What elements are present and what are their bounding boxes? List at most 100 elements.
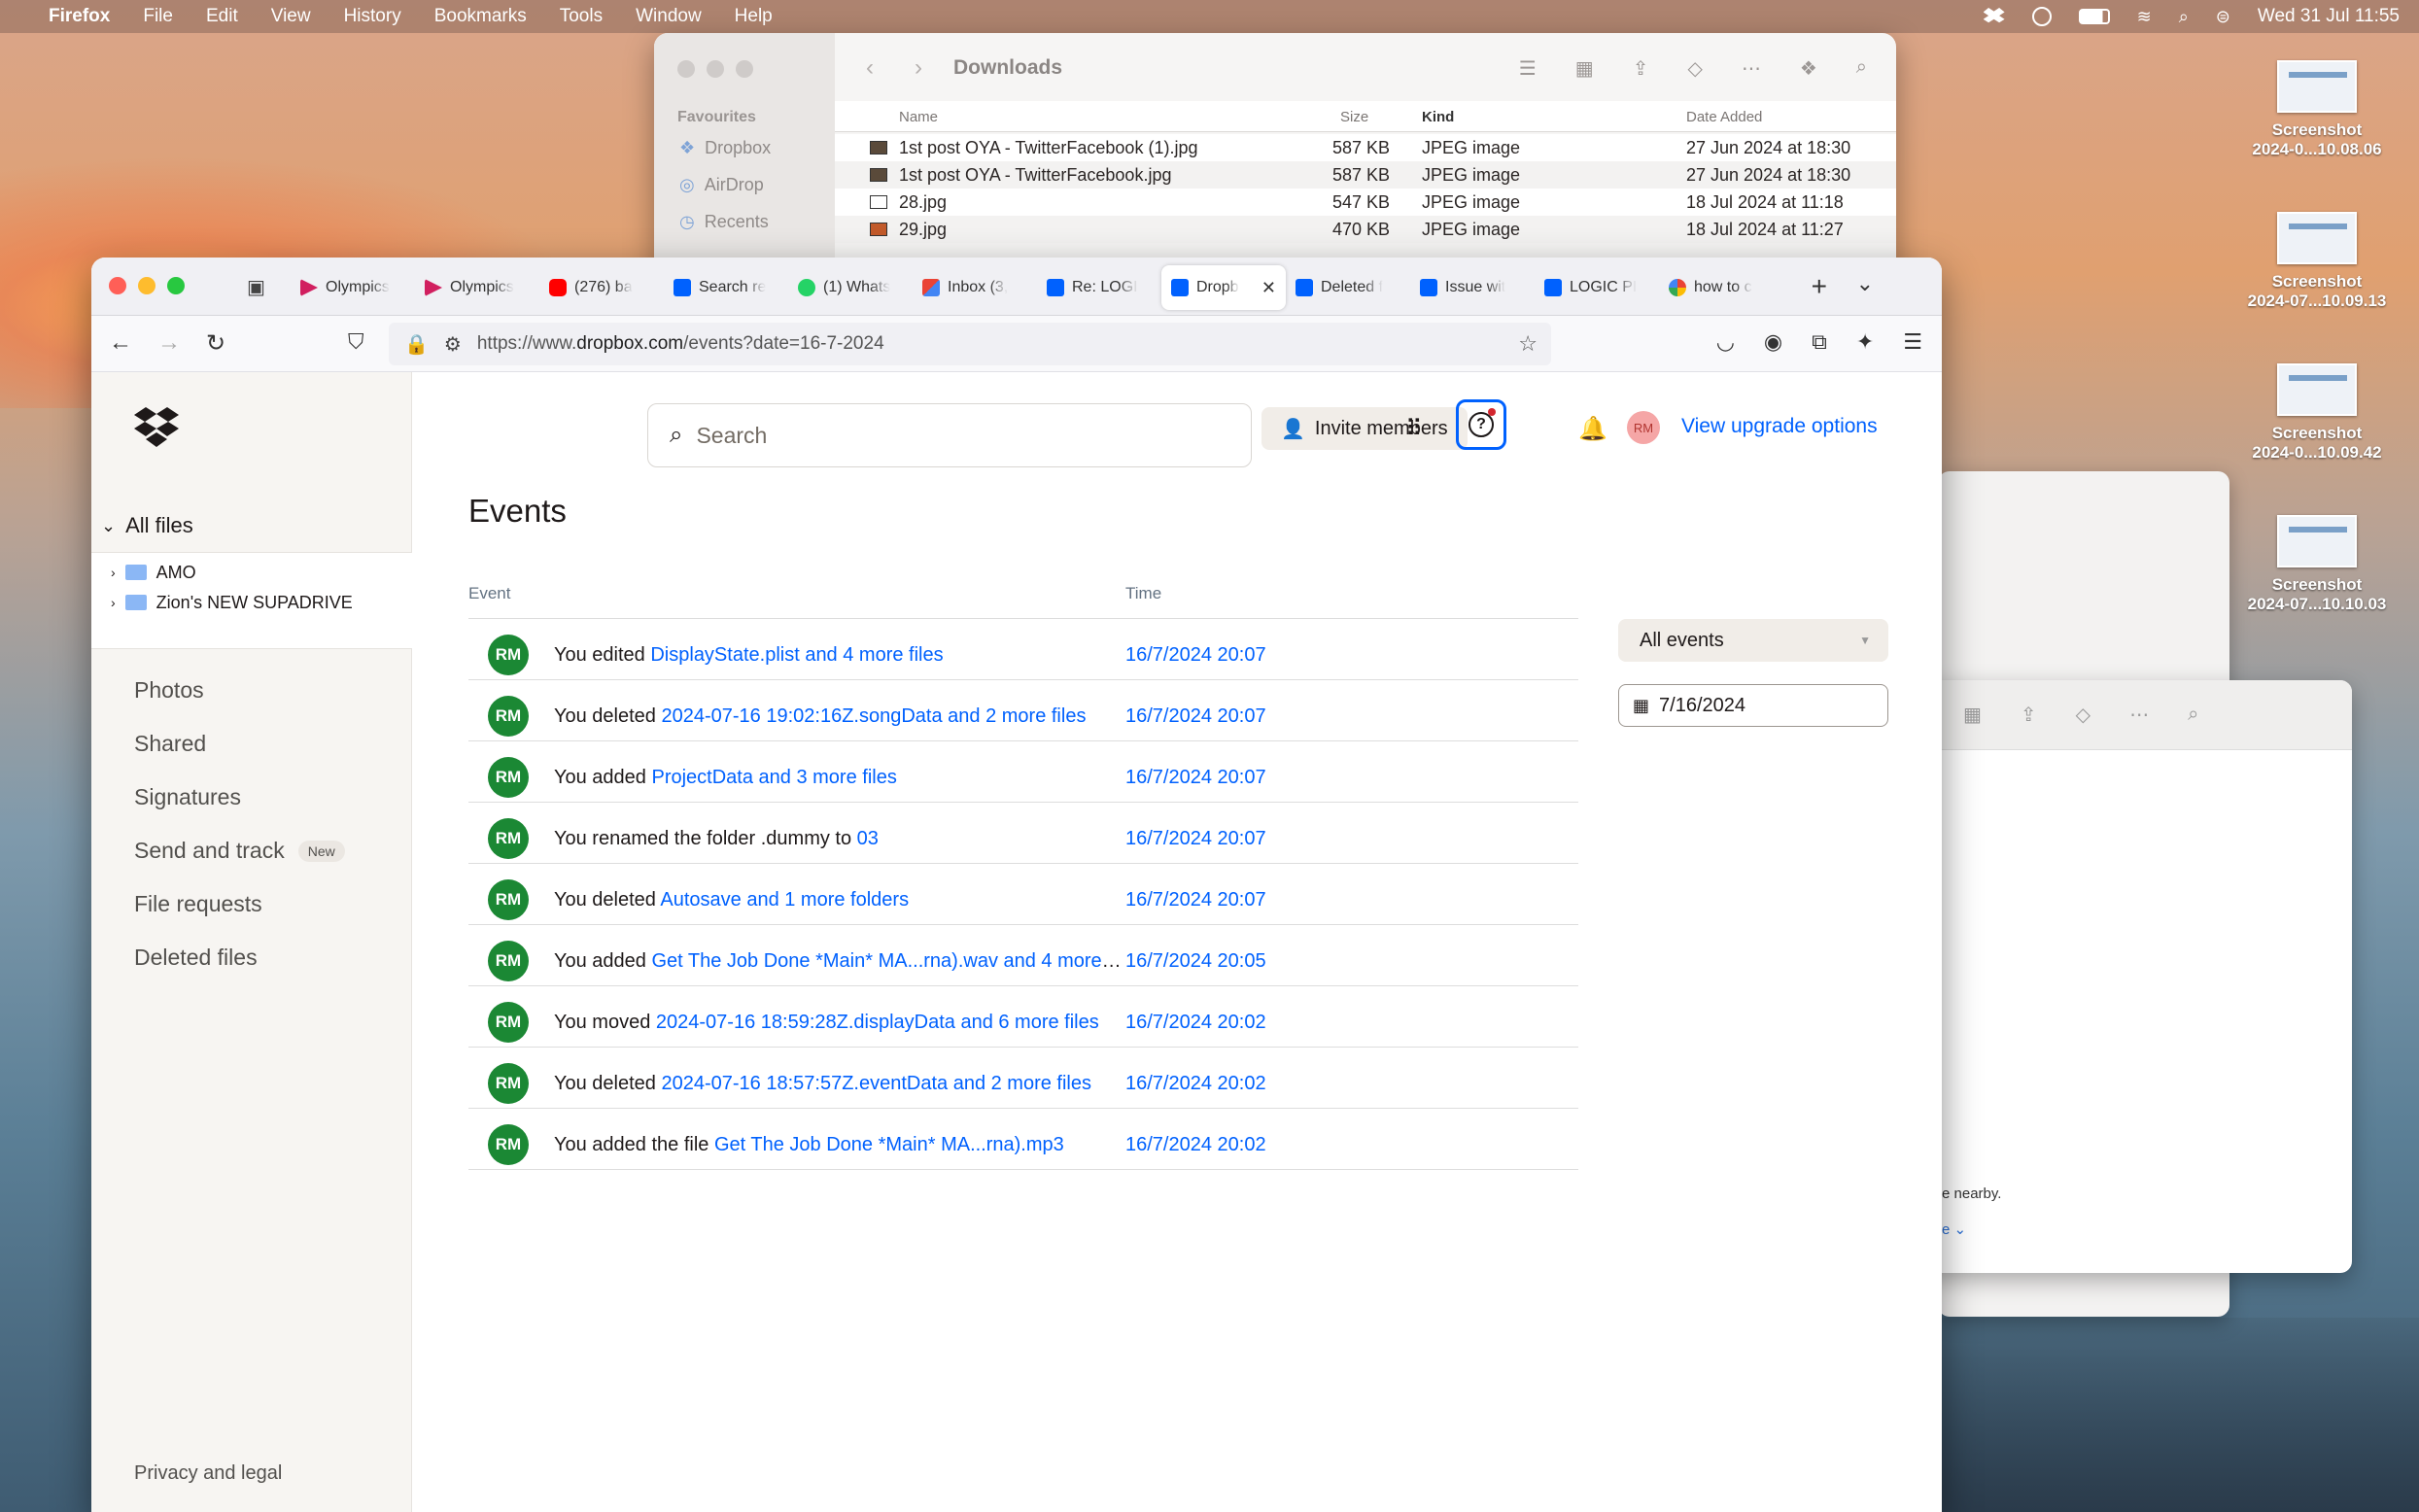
tree-folder-amo[interactable]: › AMO: [91, 553, 412, 586]
column-name[interactable]: Name: [899, 109, 938, 125]
battery-icon[interactable]: [2078, 9, 2110, 24]
sidebar-item-airdrop[interactable]: ◎ AirDrop: [679, 175, 764, 195]
back-icon[interactable]: ←: [109, 329, 132, 357]
group-icon[interactable]: ▦: [1575, 56, 1594, 81]
sidebar-item-dropbox[interactable]: ❖ Dropbox: [679, 138, 771, 158]
tracking-protection-icon[interactable]: ⛉: [348, 329, 364, 355]
close-button[interactable]: [109, 277, 126, 294]
tag-icon[interactable]: ◇: [2076, 703, 2091, 727]
wifi-icon[interactable]: ≋: [2137, 7, 2152, 27]
all-files-toggle[interactable]: ⌄ All files: [101, 513, 193, 538]
event-files-link[interactable]: 03: [857, 828, 879, 849]
airdrop-more-link[interactable]: e ⌄: [1942, 1220, 1966, 1238]
event-files-link[interactable]: DisplayState.plist and 4 more files: [650, 644, 943, 666]
permissions-icon[interactable]: ⚙: [444, 332, 462, 357]
menu-help[interactable]: Help: [735, 6, 773, 27]
tab-dropbox-issue[interactable]: Issue wit: [1410, 265, 1535, 310]
desktop-file[interactable]: Screenshot 2024-0...10.09.42: [2244, 363, 2390, 463]
pocket-icon[interactable]: ◡: [1716, 329, 1735, 355]
chevron-right-icon[interactable]: ›: [111, 565, 116, 580]
bell-icon[interactable]: 🔔: [1578, 415, 1607, 443]
menu-file[interactable]: File: [143, 6, 173, 27]
more-icon[interactable]: ⋯: [2129, 703, 2149, 727]
file-row[interactable]: 1st post OYA - TwitterFacebook.jpg 587 K…: [835, 161, 1896, 189]
file-row[interactable]: 29.jpg 470 KB JPEG image 18 Jul 2024 at …: [835, 216, 1896, 243]
browser-window[interactable]: ▣ Olympics Olympics (276) ba Search re (…: [91, 258, 1942, 1512]
back-icon[interactable]: ‹: [866, 54, 874, 82]
tab-olympics-1[interactable]: Olympics: [291, 265, 415, 310]
more-icon[interactable]: ⋯: [1742, 56, 1761, 81]
event-files-link[interactable]: Get The Job Done *Main* MA...rna).wav an…: [651, 950, 1123, 972]
minimize-button[interactable]: [707, 60, 724, 78]
menu-clock[interactable]: Wed 31 Jul 11:55: [2258, 6, 2400, 27]
account-icon[interactable]: ◉: [1764, 329, 1782, 355]
column-date-added[interactable]: Date Added: [1686, 109, 1762, 125]
sidebar-item-deleted-files[interactable]: Deleted files: [134, 945, 258, 971]
forward-icon[interactable]: ›: [915, 54, 922, 82]
lock-icon[interactable]: 🔒: [404, 332, 429, 357]
share-icon[interactable]: ⇪: [1633, 56, 1649, 81]
event-time-link[interactable]: 16/7/2024 20:07: [1125, 705, 1266, 728]
tab-youtube[interactable]: (276) ba: [539, 265, 664, 310]
event-files-link[interactable]: ProjectData and 3 more files: [651, 767, 896, 788]
tab-overview-icon[interactable]: ▣: [247, 275, 265, 299]
column-kind[interactable]: Kind: [1422, 109, 1454, 125]
list-all-tabs-icon[interactable]: ⌄: [1856, 271, 1874, 296]
list-view-icon[interactable]: ☰: [1519, 56, 1537, 81]
tab-olympics-2[interactable]: Olympics: [415, 265, 539, 310]
event-time-link[interactable]: 16/7/2024 20:07: [1125, 889, 1266, 911]
tag-icon[interactable]: ◇: [1687, 56, 1702, 81]
sidebar-item-send-and-track[interactable]: Send and track New: [134, 838, 345, 864]
reload-icon[interactable]: ↻: [206, 329, 225, 358]
menu-window[interactable]: Window: [636, 6, 702, 27]
privacy-and-legal-link[interactable]: Privacy and legal: [134, 1462, 282, 1485]
tab-dropbox-re-logic[interactable]: Re: LOGI: [1037, 265, 1161, 310]
menu-bookmarks[interactable]: Bookmarks: [434, 6, 527, 27]
dropbox-icon[interactable]: ❖: [1800, 56, 1817, 81]
dropbox-logo[interactable]: [134, 407, 179, 448]
column-size[interactable]: Size: [1340, 109, 1368, 125]
extensions-icon[interactable]: ⧉: [1812, 329, 1827, 355]
file-row[interactable]: 28.jpg 547 KB JPEG image 18 Jul 2024 at …: [835, 189, 1896, 216]
tab-google[interactable]: how to c: [1659, 265, 1783, 310]
tree-folder-zion[interactable]: › Zion's NEW SUPADRIVE: [91, 586, 412, 619]
desktop-file[interactable]: Screenshot 2024-07...10.10.03: [2244, 515, 2390, 614]
date-picker-input[interactable]: ▦ 7/16/2024: [1618, 684, 1888, 727]
url-bar[interactable]: 🔒 ⚙ https://www. dropbox.com/events?date=…: [389, 323, 1551, 365]
event-files-link[interactable]: Get The Job Done *Main* MA...rna).mp3: [714, 1134, 1064, 1155]
invite-members-button[interactable]: 👤 Invite members: [1261, 407, 1468, 450]
event-time-link[interactable]: 16/7/2024 20:02: [1125, 1073, 1266, 1095]
tab-dropbox-logic[interactable]: LOGIC PI: [1535, 265, 1659, 310]
menu-history[interactable]: History: [344, 6, 401, 27]
tab-whatsapp[interactable]: (1) Whats: [788, 265, 913, 310]
event-files-link[interactable]: Autosave and 1 more folders: [660, 889, 909, 911]
share-icon[interactable]: ⇪: [2021, 703, 2037, 727]
event-files-link[interactable]: 2024-07-16 18:59:28Z.displayData and 6 m…: [656, 1012, 1099, 1033]
file-row[interactable]: 1st post OYA - TwitterFacebook (1).jpg 5…: [835, 134, 1896, 161]
event-time-link[interactable]: 16/7/2024 20:05: [1125, 950, 1266, 973]
event-time-link[interactable]: 16/7/2024 20:02: [1125, 1012, 1266, 1034]
close-tab-icon[interactable]: ✕: [1261, 278, 1276, 298]
sidebar-item-signatures[interactable]: Signatures: [134, 784, 241, 810]
menu-tools[interactable]: Tools: [560, 6, 603, 27]
desktop-file[interactable]: Screenshot 2024-07...10.09.13: [2244, 212, 2390, 311]
menu-app-name[interactable]: Firefox: [49, 6, 110, 27]
view-upgrade-options-link[interactable]: View upgrade options: [1681, 415, 1878, 438]
view-icon[interactable]: ▦: [1963, 703, 1982, 727]
menu-view[interactable]: View: [271, 6, 311, 27]
event-time-link[interactable]: 16/7/2024 20:07: [1125, 767, 1266, 789]
extension-avatar-icon[interactable]: ✦: [1856, 329, 1874, 355]
event-time-link[interactable]: 16/7/2024 20:07: [1125, 644, 1266, 667]
tab-dropbox-search[interactable]: Search re: [664, 265, 788, 310]
tab-gmail[interactable]: Inbox (3,: [913, 265, 1037, 310]
desktop-file[interactable]: Screenshot 2024-0...10.08.06: [2244, 60, 2390, 159]
zoom-button[interactable]: [736, 60, 753, 78]
help-button[interactable]: ?: [1456, 399, 1506, 450]
menu-edit[interactable]: Edit: [206, 6, 238, 27]
background-finder-window[interactable]: ▦ ⇪ ◇ ⋯ ⌕ e nearby. e ⌄: [1924, 680, 2352, 1273]
close-button[interactable]: [677, 60, 695, 78]
spotlight-icon[interactable]: ⌕: [2179, 7, 2189, 27]
event-files-link[interactable]: 2024-07-16 18:57:57Z.eventData and 2 mor…: [661, 1073, 1091, 1094]
event-files-link[interactable]: 2024-07-16 19:02:16Z.songData and 2 more…: [661, 705, 1086, 727]
event-filter-select[interactable]: All events ▼: [1618, 619, 1888, 662]
